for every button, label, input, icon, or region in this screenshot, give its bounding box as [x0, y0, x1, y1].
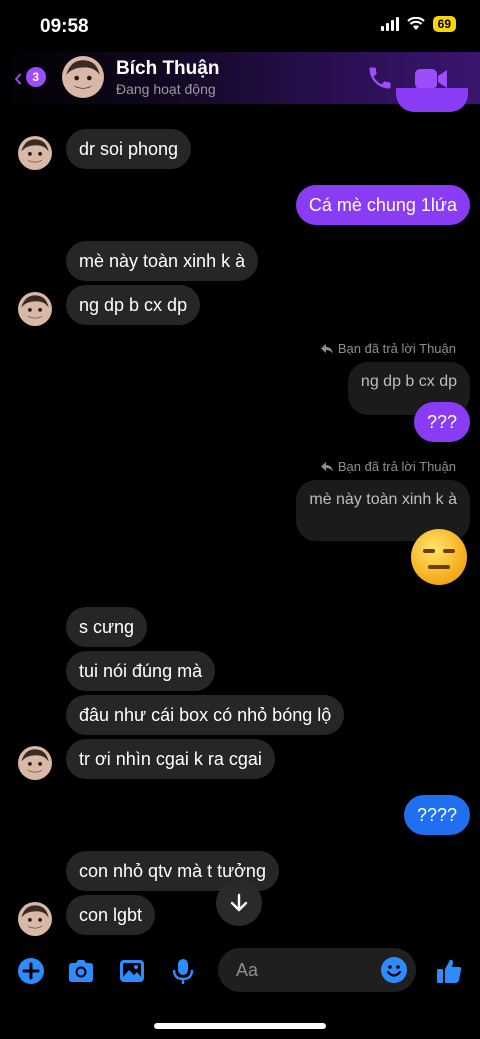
outgoing-message[interactable]: ???: [413, 402, 470, 442]
unread-badge: 3: [25, 67, 46, 87]
image-icon[interactable]: [117, 956, 147, 986]
incoming-message[interactable]: mè này toàn xinh k à: [66, 241, 259, 281]
phone-icon[interactable]: [366, 64, 394, 92]
message-input-placeholder: Aa: [236, 960, 259, 980]
expressionless-face-emoji[interactable]: [410, 528, 468, 586]
reply-arrow-icon: [320, 343, 333, 354]
smile-icon[interactable]: [380, 956, 408, 984]
status-icons: 69: [380, 16, 456, 32]
reply-label-text: Bạn đã trả lời Thuận: [337, 341, 456, 356]
scroll-to-bottom-button[interactable]: [216, 880, 262, 926]
reply-label: Bạn đã trả lời Thuận: [320, 341, 456, 356]
back-button[interactable]: ‹ 3: [14, 64, 46, 90]
message-composer: Aa: [0, 944, 480, 998]
reply-label-text: Bạn đã trả lời Thuận: [337, 459, 456, 474]
contact-active-status: Đang hoạt động: [116, 81, 216, 97]
incoming-message[interactable]: s cưng: [66, 607, 148, 647]
incoming-message[interactable]: dr soi phong: [66, 129, 192, 169]
outgoing-message[interactable]: ????: [403, 795, 470, 835]
sender-avatar[interactable]: [18, 902, 52, 936]
battery-indicator: 69: [432, 16, 456, 32]
camera-icon[interactable]: [66, 956, 96, 986]
chevron-left-icon: ‹: [14, 62, 23, 92]
incoming-message[interactable]: con lgbt: [66, 895, 156, 935]
contact-avatar[interactable]: [62, 56, 104, 98]
status-bar: 09:58 69: [0, 0, 480, 52]
message-input[interactable]: Aa: [218, 948, 416, 992]
wifi-icon: [406, 17, 425, 30]
status-time: 09:58: [40, 16, 89, 37]
incoming-message[interactable]: tr ơi nhìn cgai k ra cgai: [66, 739, 275, 779]
plus-icon[interactable]: [16, 956, 46, 986]
contact-name[interactable]: Bích Thuận: [116, 58, 219, 80]
arrow-down-icon: [230, 893, 248, 912]
sender-avatar[interactable]: [18, 292, 52, 326]
outgoing-message-partial: [396, 88, 468, 112]
home-indicator[interactable]: [154, 1023, 326, 1029]
sender-avatar[interactable]: [18, 136, 52, 170]
reply-label: Bạn đã trả lời Thuận: [320, 459, 456, 474]
microphone-icon[interactable]: [168, 956, 198, 986]
reply-arrow-icon: [320, 461, 333, 472]
sender-avatar[interactable]: [18, 746, 52, 780]
cellular-signal-icon: [380, 17, 399, 31]
incoming-message[interactable]: tui nói đúng mà: [66, 651, 216, 691]
incoming-message[interactable]: đâu như cái box có nhỏ bóng lộ: [66, 695, 345, 735]
thumbs-up-icon[interactable]: [434, 956, 464, 986]
incoming-message[interactable]: ng dp b cx dp: [66, 285, 201, 325]
outgoing-message[interactable]: Cá mè chung 1lứa: [295, 185, 470, 225]
